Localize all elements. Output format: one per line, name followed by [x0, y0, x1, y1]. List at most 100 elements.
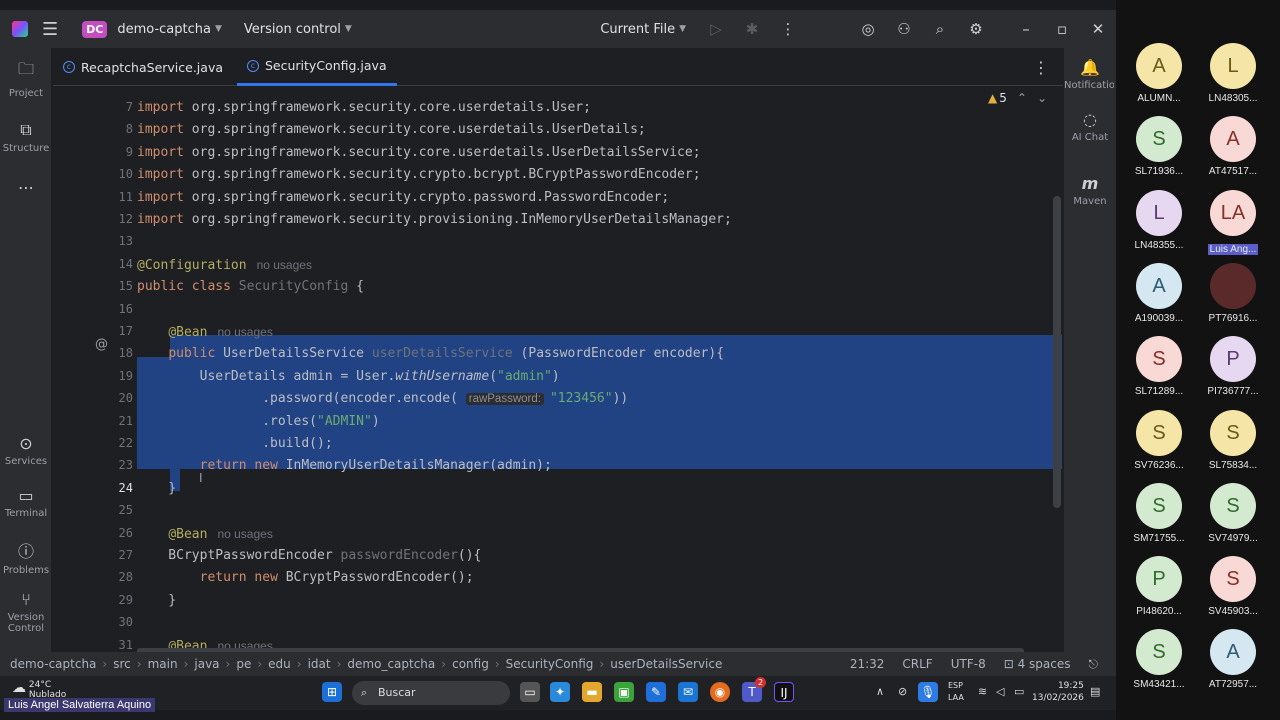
add-user-icon[interactable]: ⚇	[886, 20, 922, 38]
breadcrumb-item[interactable]: demo_captcha	[347, 657, 435, 671]
tab-security-config[interactable]: c SecurityConfig.java	[237, 48, 397, 86]
vcs-menu[interactable]: Version control ▼	[244, 22, 352, 37]
tool-problems[interactable]: ⓘ Problems	[0, 538, 52, 576]
battery-icon[interactable]: ▭	[1014, 685, 1024, 698]
breadcrumb-item[interactable]: java	[194, 657, 219, 671]
participant-tile[interactable]: S SL75834...	[1192, 409, 1274, 471]
firefox-icon[interactable]: ◉	[710, 682, 730, 702]
participant-tile[interactable]: P PI736777...	[1192, 336, 1274, 397]
participant-tile[interactable]: S SM43421...	[1118, 629, 1200, 690]
code-line: .build();	[137, 436, 333, 451]
participant-tile[interactable]: PT76916...	[1192, 262, 1274, 324]
tool-version-control[interactable]: ⑂ Version Control	[0, 590, 52, 634]
chevron-up-icon[interactable]: ⌃	[1017, 91, 1027, 105]
breadcrumb-item[interactable]: edu	[268, 657, 291, 671]
ide-window: ☰ DC demo-captcha ▼ Version control ▼ Cu…	[0, 10, 1116, 676]
system-clock[interactable]: 19:25 13/02/2026	[1032, 680, 1084, 704]
tool-services[interactable]: ⊙ Services	[0, 434, 52, 467]
participant-tile[interactable]: L LN48355...	[1118, 189, 1200, 251]
participant-tile[interactable]: S SV76236...	[1118, 409, 1200, 471]
warning-icon: ▲	[988, 91, 998, 105]
edit-app-icon[interactable]: ✎	[646, 682, 666, 702]
chevron-down-icon[interactable]: ⌄	[1037, 91, 1047, 105]
main-menu-icon[interactable]: ☰	[42, 19, 58, 40]
line-separator[interactable]: CRLF	[902, 657, 932, 671]
vertical-scrollbar[interactable]	[1053, 196, 1061, 508]
participant-tile[interactable]: LA Luis Ang...	[1192, 189, 1274, 255]
file-encoding[interactable]: UTF-8	[951, 657, 986, 671]
language-indicator[interactable]: ESP LAA	[948, 680, 964, 704]
windows-taskbar: ☁ 24°C Nublado ⊞ ⌕ Buscar ▭ ✦ ▬ ▣ ✎ ✉ ◉ T2…	[0, 676, 1116, 710]
participant-tile[interactable]: S SM71755...	[1118, 482, 1200, 544]
participant-tile[interactable]: S SL71289...	[1118, 336, 1200, 397]
notification-center-icon[interactable]: ▤	[1090, 685, 1100, 698]
weather-widget[interactable]: ☁ 24°C Nublado	[12, 680, 66, 700]
breadcrumb-item[interactable]: main	[148, 657, 178, 671]
keyboard-layout: LAA	[948, 693, 964, 702]
chevron-down-icon: ▼	[679, 24, 686, 34]
participant-tile[interactable]: A AT47517...	[1192, 116, 1274, 177]
participant-tile[interactable]: A AT72957...	[1192, 629, 1274, 690]
chevron-up-icon[interactable]: ∧	[876, 685, 884, 698]
network-off-icon[interactable]: ⊘	[898, 685, 907, 698]
project-selector[interactable]: DC demo-captcha ▼	[82, 20, 222, 38]
participant-tile[interactable]: S SV74979...	[1192, 482, 1274, 544]
more-actions-icon[interactable]: ⋮	[770, 20, 806, 38]
run-icon[interactable]: ▷	[698, 20, 734, 38]
tab-options-icon[interactable]: ⋮	[1033, 58, 1049, 77]
run-config-selector[interactable]: Current File ▼	[600, 22, 686, 37]
bean-gutter-icon[interactable]: @	[95, 337, 108, 352]
breadcrumb-item[interactable]: SecurityConfig	[506, 657, 594, 671]
breadcrumb-separator-icon: ›	[225, 657, 231, 671]
tool-structure[interactable]: ⧉ Structure	[0, 120, 52, 154]
vcs-label: Version control	[243, 21, 341, 37]
caret-position[interactable]: 21:32	[850, 657, 885, 671]
clock-date: 13/02/2026	[1032, 693, 1084, 703]
store-icon[interactable]: ▣	[614, 682, 634, 702]
inspection-widget[interactable]: ▲ 5 ⌃ ⌄	[988, 91, 1047, 105]
participant-name: SV45903...	[1192, 606, 1274, 617]
tab-recaptcha-service[interactable]: c RecaptchaService.java	[63, 48, 223, 86]
copilot-icon[interactable]: ✦	[550, 682, 570, 702]
tool-terminal[interactable]: ▭ Terminal	[0, 486, 52, 519]
breadcrumb-item[interactable]: userDetailsService	[610, 657, 722, 671]
breadcrumb-item[interactable]: demo-captcha	[10, 657, 96, 671]
participant-tile[interactable]: P PI48620...	[1118, 556, 1200, 617]
teams-icon[interactable]: T2	[742, 677, 766, 702]
intellij-taskbar-icon[interactable]: IJ	[774, 682, 794, 702]
code-editor[interactable]: 7 import org.springframework.security.cor…	[53, 87, 1063, 649]
tool-ai-chat[interactable]: ◌ AI Chat	[1064, 110, 1116, 143]
participant-tile[interactable]: A ALUMN...	[1118, 43, 1200, 104]
microphone-icon[interactable]: 🎙	[918, 682, 938, 702]
task-view-icon[interactable]: ▭	[520, 682, 540, 702]
taskbar-search[interactable]: ⌕ Buscar	[352, 681, 510, 705]
participant-tile[interactable]: S SV45903...	[1192, 556, 1274, 617]
volume-icon[interactable]: ◁	[996, 685, 1004, 698]
breadcrumb-item[interactable]: config	[452, 657, 489, 671]
mail-icon[interactable]: ✉	[678, 682, 698, 702]
ai-assistant-icon[interactable]: ◎	[850, 20, 886, 38]
breadcrumb-item[interactable]: src	[113, 657, 131, 671]
wifi-icon[interactable]: ≋	[978, 685, 987, 698]
tool-project[interactable]: 🗀 Project	[0, 58, 52, 99]
search-icon[interactable]: ⌕	[922, 20, 958, 38]
breadcrumb-item[interactable]: idat	[308, 657, 331, 671]
close-icon[interactable]: ✕	[1080, 20, 1116, 38]
tool-more[interactable]: ⋯	[0, 178, 52, 200]
debug-icon[interactable]: ✱	[734, 20, 770, 38]
settings-gear-icon[interactable]: ⚙	[958, 20, 994, 38]
minimize-icon[interactable]: –	[1008, 20, 1044, 38]
participant-photo	[1210, 262, 1256, 309]
participant-tile[interactable]: A A190039...	[1118, 262, 1200, 324]
participant-tile[interactable]: S SL71936...	[1118, 116, 1200, 177]
terminal-icon: ▭	[18, 486, 34, 505]
tool-maven[interactable]: m Maven	[1064, 174, 1116, 207]
maximize-icon[interactable]: ▫	[1044, 20, 1080, 38]
participant-tile[interactable]: L LN48305...	[1192, 43, 1274, 104]
tool-notifications[interactable]: 🔔 Notifications	[1064, 58, 1116, 91]
windows-start-icon[interactable]: ⊞	[322, 682, 342, 702]
file-explorer-icon[interactable]: ▬	[582, 682, 602, 702]
breadcrumb-item[interactable]: pe	[236, 657, 251, 671]
indent-setting[interactable]: ⊡ 4 spaces	[1004, 657, 1071, 671]
lock-icon[interactable]: ⎋	[1089, 657, 1099, 672]
